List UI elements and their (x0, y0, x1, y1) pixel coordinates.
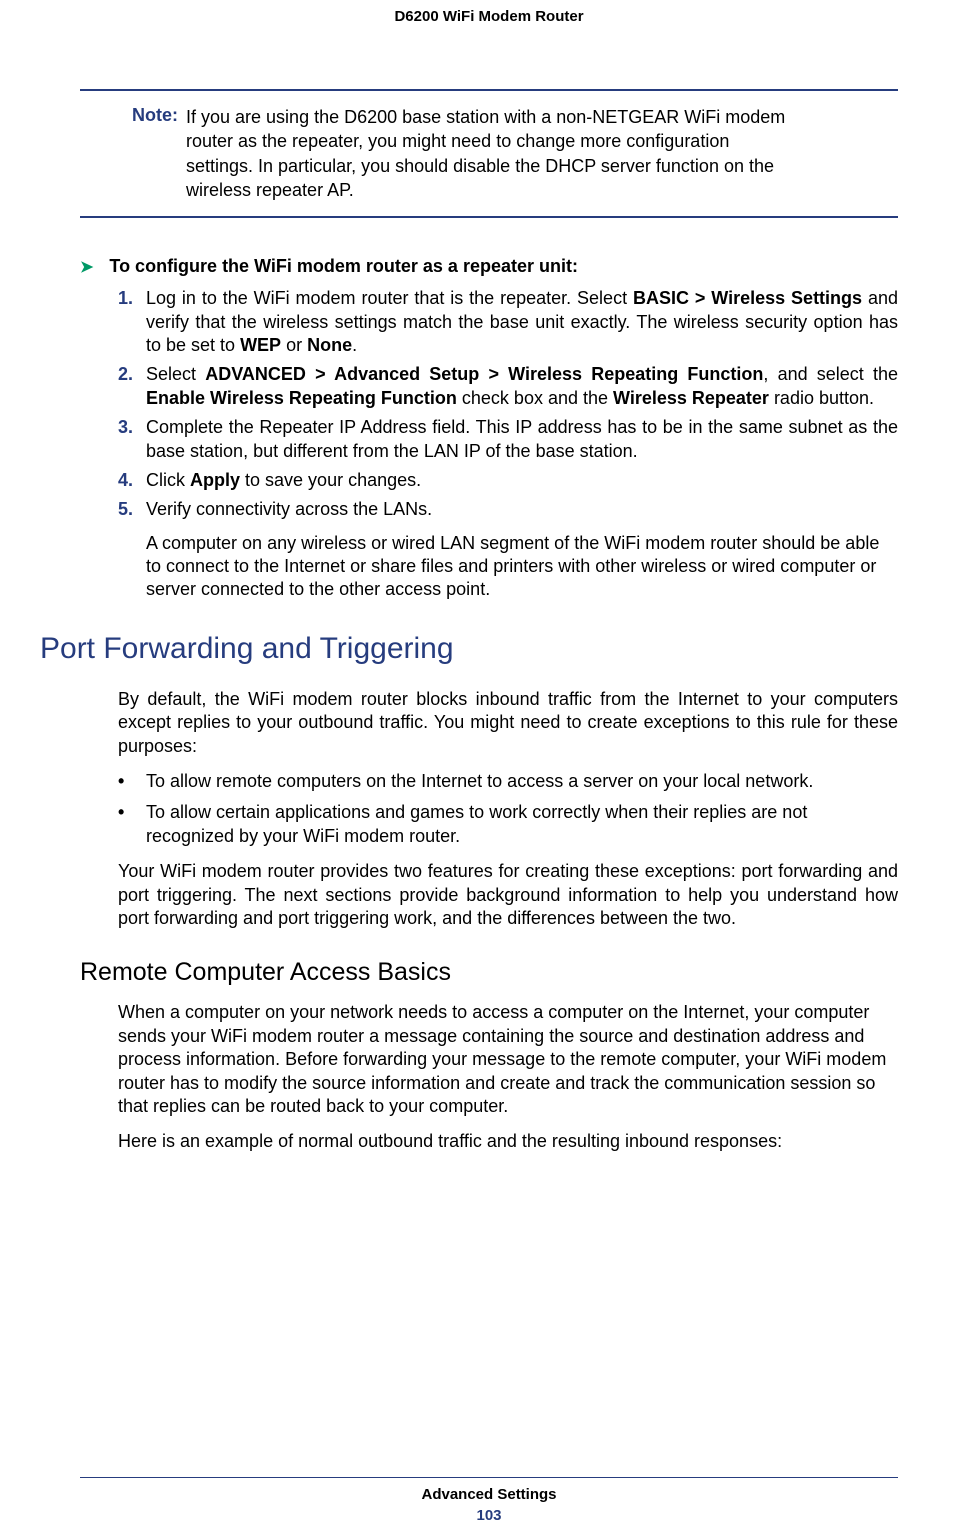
step-text: Log in to the WiFi modem router that is … (146, 288, 633, 308)
step-item: 2. Select ADVANCED > Advanced Setup > Wi… (118, 363, 898, 410)
step-bold: Wireless Repeater (613, 388, 769, 408)
procedure-arrow-icon: ➤ (80, 257, 93, 277)
step-text: to save your changes. (240, 470, 421, 490)
step-item: 1. Log in to the WiFi modem router that … (118, 287, 898, 357)
step-text: Select (146, 364, 205, 384)
step-body: Complete the Repeater IP Address field. … (146, 416, 898, 463)
paragraph: Your WiFi modem router provides two feat… (118, 860, 898, 930)
step-body: Log in to the WiFi modem router that is … (146, 287, 898, 357)
footer-title: Advanced Settings (0, 1486, 978, 1503)
bullet-item: • To allow remote computers on the Inter… (118, 770, 898, 793)
step-number: 2. (118, 363, 146, 410)
procedure-steps: 1. Log in to the WiFi modem router that … (118, 287, 898, 522)
section-heading-port-forwarding: Port Forwarding and Triggering (40, 632, 898, 666)
step-text: Click (146, 470, 190, 490)
bullet-dot-icon: • (118, 770, 146, 793)
step-item: 3. Complete the Repeater IP Address fiel… (118, 416, 898, 463)
bullet-item: • To allow certain applications and game… (118, 801, 898, 848)
step-item: 4. Click Apply to save your changes. (118, 469, 898, 492)
step-bold: Apply (190, 470, 240, 490)
procedure-title: To configure the WiFi modem router as a … (109, 256, 578, 277)
document-header: D6200 WiFi Modem Router (80, 0, 898, 75)
step-text: . (352, 335, 357, 355)
note-text: If you are using the D6200 base station … (186, 105, 796, 202)
step-text: check box and the (457, 388, 613, 408)
bullet-dot-icon: • (118, 801, 146, 848)
bullet-list: • To allow remote computers on the Inter… (118, 770, 898, 848)
bullet-text: To allow remote computers on the Interne… (146, 770, 813, 793)
bullet-text: To allow certain applications and games … (146, 801, 898, 848)
step-bold: ADVANCED > Advanced Setup > Wireless Rep… (205, 364, 763, 384)
step-subtext: A computer on any wireless or wired LAN … (146, 532, 898, 602)
paragraph: Here is an example of normal outbound tr… (118, 1130, 898, 1153)
section-heading-remote-access: Remote Computer Access Basics (80, 958, 898, 987)
step-body: Verify connectivity across the LANs. (146, 498, 898, 521)
step-text: , and select the (763, 364, 898, 384)
note-block: Note: If you are using the D6200 base st… (80, 89, 898, 218)
step-number: 3. (118, 416, 146, 463)
note-label: Note: (132, 105, 178, 202)
step-body: Select ADVANCED > Advanced Setup > Wirel… (146, 363, 898, 410)
footer-rule (80, 1477, 898, 1478)
step-bold: None (307, 335, 352, 355)
step-bold: Enable Wireless Repeating Function (146, 388, 457, 408)
step-text: or (281, 335, 307, 355)
step-number: 5. (118, 498, 146, 521)
paragraph: When a computer on your network needs to… (118, 1001, 898, 1118)
procedure-title-row: ➤ To configure the WiFi modem router as … (80, 256, 898, 277)
footer-page-number: 103 (0, 1507, 978, 1524)
step-bold: WEP (240, 335, 281, 355)
step-number: 1. (118, 287, 146, 357)
step-text: radio button. (769, 388, 874, 408)
step-number: 4. (118, 469, 146, 492)
paragraph: By default, the WiFi modem router blocks… (118, 688, 898, 758)
step-body: Click Apply to save your changes. (146, 469, 898, 492)
step-item: 5. Verify connectivity across the LANs. (118, 498, 898, 521)
step-bold: BASIC > Wireless Settings (633, 288, 862, 308)
page-footer: Advanced Settings 103 (0, 1477, 978, 1524)
